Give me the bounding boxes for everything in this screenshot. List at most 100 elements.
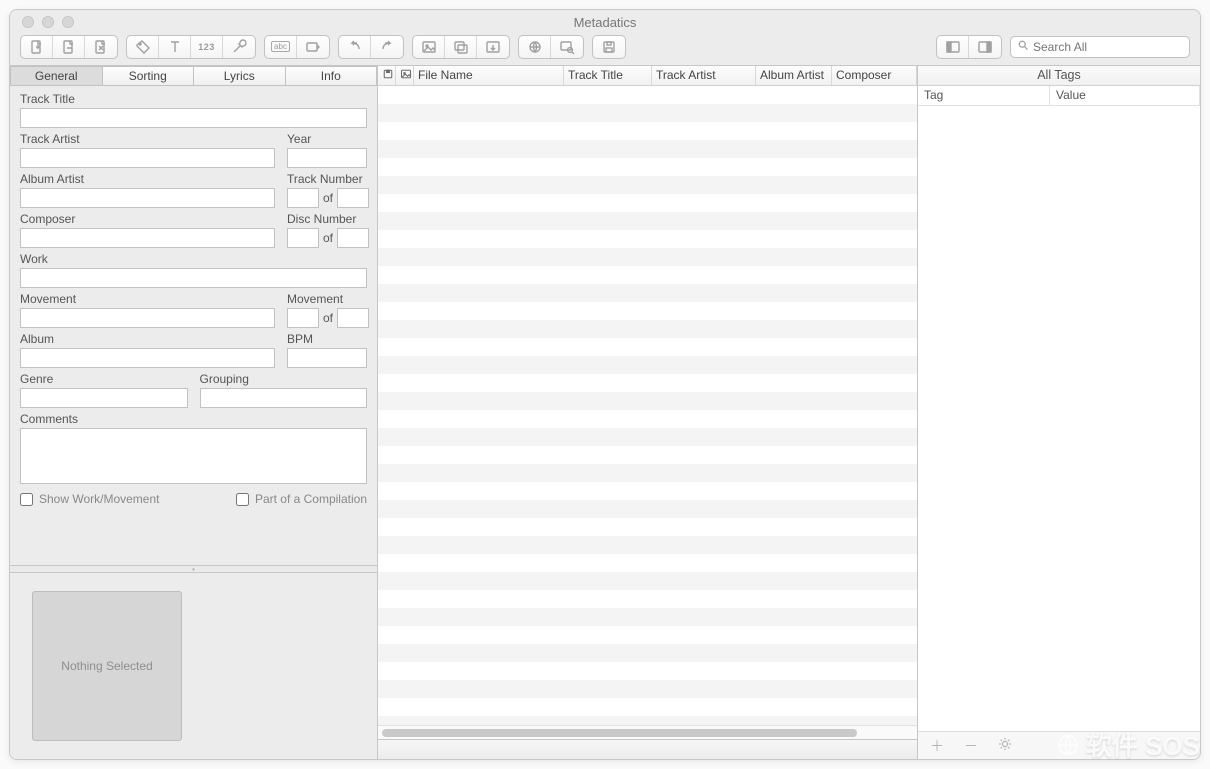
all-tags-body[interactable] <box>918 106 1200 731</box>
search-icon <box>1017 39 1029 54</box>
artwork-export-button[interactable] <box>477 36 509 58</box>
traffic-lights <box>10 16 74 28</box>
comments-input[interactable] <box>20 428 367 484</box>
column-value[interactable]: Value <box>1050 86 1200 105</box>
web-lookup-button[interactable] <box>519 36 551 58</box>
album-artist-input[interactable] <box>20 188 275 208</box>
text-tool-button[interactable] <box>159 36 191 58</box>
file-list-horizontal-scrollbar[interactable] <box>378 725 917 739</box>
tools-button[interactable] <box>223 36 255 58</box>
tab-lyrics[interactable]: Lyrics <box>193 66 285 86</box>
remove-tag-button[interactable]: － <box>964 736 978 756</box>
all-tags-footer: ＋ － <box>918 731 1200 759</box>
column-tag[interactable]: Tag <box>918 86 1050 105</box>
disc-number-input[interactable] <box>287 228 319 248</box>
part-of-compilation-box[interactable] <box>236 493 249 506</box>
album-input[interactable] <box>20 348 275 368</box>
movement-number-input[interactable] <box>287 308 319 328</box>
grouping-label: Grouping <box>200 372 368 386</box>
of-text-1: of <box>323 191 333 205</box>
all-tags-title: All Tags <box>918 66 1200 86</box>
file-list-body[interactable] <box>378 86 917 725</box>
inspector-panel: General Sorting Lyrics Info Track Title … <box>10 66 378 759</box>
year-input[interactable] <box>287 148 367 168</box>
toolbar-group-edit: 123 <box>126 35 256 59</box>
movement-input[interactable] <box>20 308 275 328</box>
add-tag-button[interactable]: ＋ <box>930 736 944 756</box>
tag-options-button[interactable] <box>998 737 1012 754</box>
search-field-wrap[interactable] <box>1010 36 1190 58</box>
status-bar <box>378 739 917 759</box>
work-input[interactable] <box>20 268 367 288</box>
part-of-compilation-checkbox[interactable]: Part of a Compilation <box>236 492 367 506</box>
disc-number-label: Disc Number <box>287 212 367 226</box>
track-artist-input[interactable] <box>20 148 275 168</box>
column-saved-icon[interactable] <box>378 66 396 85</box>
album-label: Album <box>20 332 275 346</box>
tab-sorting[interactable]: Sorting <box>102 66 194 86</box>
inspector-tabs: General Sorting Lyrics Info <box>10 66 377 86</box>
toolbar-group-history <box>338 35 404 59</box>
file-list: File Name Track Title Track Artist Album… <box>378 66 918 759</box>
inspector-splitter[interactable]: • <box>10 565 377 573</box>
all-tags-panel: All Tags Tag Value ＋ － <box>918 66 1200 759</box>
work-label: Work <box>20 252 367 266</box>
content-area: General Sorting Lyrics Info Track Title … <box>10 66 1200 759</box>
artwork-placeholder: Nothing Selected <box>61 659 152 673</box>
redo-button[interactable] <box>371 36 403 58</box>
add-file-button[interactable] <box>21 36 53 58</box>
column-track-artist[interactable]: Track Artist <box>652 66 756 85</box>
zoom-window-icon[interactable] <box>62 16 74 28</box>
left-panel-toggle[interactable] <box>937 36 969 58</box>
tag-button[interactable] <box>127 36 159 58</box>
tab-general[interactable]: General <box>10 66 102 86</box>
movement-total-input[interactable] <box>337 308 369 328</box>
toolbar-group-files <box>20 35 118 59</box>
save-button[interactable] <box>593 36 625 58</box>
number-tool-button[interactable]: 123 <box>191 36 223 58</box>
column-art-icon[interactable] <box>396 66 414 85</box>
toolbar-group-artwork <box>412 35 510 59</box>
file-list-header: File Name Track Title Track Artist Album… <box>378 66 917 86</box>
column-composer[interactable]: Composer <box>832 66 917 85</box>
column-file-name[interactable]: File Name <box>414 66 564 85</box>
of-text-3: of <box>323 311 333 325</box>
undo-button[interactable] <box>339 36 371 58</box>
of-text-2: of <box>323 231 333 245</box>
show-work-movement-box[interactable] <box>20 493 33 506</box>
show-work-movement-checkbox[interactable]: Show Work/Movement <box>20 492 160 506</box>
tags-from-name-button[interactable] <box>297 36 329 58</box>
artwork-well[interactable]: Nothing Selected <box>32 591 182 741</box>
track-number-label: Track Number <box>287 172 367 186</box>
scrollbar-thumb[interactable] <box>382 729 857 737</box>
tab-info[interactable]: Info <box>285 66 378 86</box>
disc-total-input[interactable] <box>337 228 369 248</box>
grouping-input[interactable] <box>200 388 368 408</box>
art-search-button[interactable] <box>551 36 583 58</box>
composer-label: Composer <box>20 212 275 226</box>
track-title-input[interactable] <box>20 108 367 128</box>
artwork-copy-button[interactable] <box>445 36 477 58</box>
bpm-label: BPM <box>287 332 367 346</box>
genre-label: Genre <box>20 372 188 386</box>
minimize-window-icon[interactable] <box>42 16 54 28</box>
toolbar-group-panels <box>936 35 1002 59</box>
column-album-artist[interactable]: Album Artist <box>756 66 832 85</box>
right-panel-toggle[interactable] <box>969 36 1001 58</box>
close-window-icon[interactable] <box>22 16 34 28</box>
clear-file-button[interactable] <box>85 36 117 58</box>
toolbar-group-save <box>592 35 626 59</box>
search-input[interactable] <box>1033 40 1188 54</box>
composer-input[interactable] <box>20 228 275 248</box>
bpm-input[interactable] <box>287 348 367 368</box>
remove-file-button[interactable] <box>53 36 85 58</box>
movement-label: Movement <box>20 292 275 306</box>
track-number-input[interactable] <box>287 188 319 208</box>
artwork-add-button[interactable] <box>413 36 445 58</box>
genre-input[interactable] <box>20 388 188 408</box>
track-total-input[interactable] <box>337 188 369 208</box>
rename-from-tags-button[interactable]: abc <box>265 36 297 58</box>
general-form: Track Title Track Artist Year <box>10 86 377 518</box>
column-track-title[interactable]: Track Title <box>564 66 652 85</box>
app-window: Metadatics 123 abc <box>9 9 1201 760</box>
